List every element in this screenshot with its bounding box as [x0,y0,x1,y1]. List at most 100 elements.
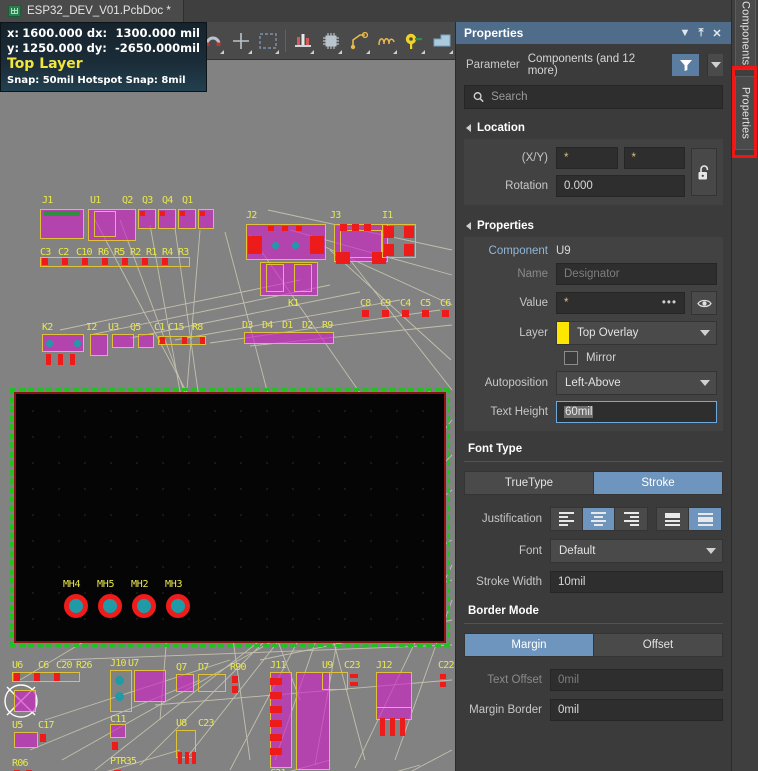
designator: C9 [380,298,391,309]
autoposition-dropdown[interactable]: Left-Above [556,371,717,395]
designator: J12 [376,660,392,671]
designator: U9 [322,660,333,671]
crosshair-icon[interactable] [228,26,254,56]
border-mode-toggle[interactable]: Margin Offset [464,633,723,657]
justification-vertical-group[interactable] [656,507,722,531]
footprint[interactable] [244,332,334,344]
font-type-stroke-option[interactable]: Stroke [594,472,722,494]
value-field[interactable]: * ••• [556,292,685,314]
border-mode-margin-option[interactable]: Margin [465,634,594,656]
hud-x-value: 1600.000 [22,26,83,40]
document-tab-label: ESP32_DEV_V01.PcbDoc * [27,5,171,17]
footprint[interactable] [138,334,154,348]
layer-dropdown[interactable]: Top Overlay [556,321,717,345]
value-ellipsis-button[interactable]: ••• [662,297,677,309]
mounting-hole-label: MH3 [165,579,183,590]
route-track-icon[interactable] [346,26,372,56]
justify-right-icon [623,512,639,526]
border-mode-offset-option[interactable]: Offset [594,634,722,656]
footprint[interactable] [110,724,126,738]
mounting-hole[interactable] [166,594,190,618]
wave-trace-icon[interactable] [374,26,400,56]
justification-label: Justification [481,513,542,525]
mounting-hole[interactable] [98,594,122,618]
measure-icon[interactable] [290,26,316,56]
selection-rectangle-icon[interactable] [256,26,282,56]
designator: Q5 [130,322,141,333]
panel-close-icon[interactable]: ✕ [709,24,725,42]
name-field: Designator [556,263,717,285]
text-height-field[interactable]: 60mil [556,401,717,423]
footprint[interactable] [14,690,36,712]
component-label: Component [488,245,548,257]
rotation-field[interactable]: 0.000 [556,175,685,197]
mirror-checkbox[interactable] [564,351,578,365]
panel-mode-value[interactable]: Components (and 12 more) [528,53,665,77]
designator: J11 [270,660,286,671]
via-icon[interactable] [401,26,427,56]
search-box[interactable] [464,85,723,109]
section-body-font-type: Font Type TrueType Stroke Justification [456,441,731,603]
panel-pin-icon[interactable]: ⤒ [693,24,709,42]
vertical-tab-properties[interactable]: Properties [735,76,756,150]
justify-right-button[interactable] [615,508,647,530]
x-field[interactable]: * [556,147,618,169]
designator: J1 [42,195,53,206]
justification-horizontal-group[interactable] [550,507,648,531]
designator: U1 [90,195,101,206]
hud-dy-key: dy: [86,40,107,55]
mounting-hole[interactable] [64,594,88,618]
mounting-hole[interactable] [132,594,156,618]
document-tab[interactable]: ESP32_DEV_V01.PcbDoc * [0,0,184,22]
hud-y-value: 1250.000 [22,40,83,55]
value-field-text: * [564,297,569,309]
mirror-row[interactable]: Mirror [470,351,717,365]
border-mode-header: Border Mode [464,603,723,624]
filter-dropdown-chevron-icon[interactable] [707,54,723,76]
polygon-pour-icon[interactable] [429,26,455,56]
footprint [198,674,226,692]
stroke-width-field[interactable]: 10mil [550,571,723,593]
pcb-canvas[interactable]: J1 U1 Q2 Q3 Q4 Q1 C3 C2 C10 R6 R5 R2 R1 [0,60,455,771]
filter-funnel-icon[interactable] [672,54,700,76]
section-body-location: (X/Y) * * Rotation 0.000 [464,139,723,205]
justify-middle-button[interactable] [689,508,721,530]
coordinate-hud: x: 1600.000 dx: 1300.000 mil y: 1250.000… [0,22,207,92]
search-icon [473,92,484,103]
footprint[interactable] [134,670,166,702]
designator: Q7 [176,662,187,673]
section-header-location[interactable]: Location [456,117,731,139]
footprint [12,672,80,682]
font-type-toggle[interactable]: TrueType Stroke [464,471,723,495]
search-input[interactable] [491,91,714,103]
component-chip-icon[interactable] [318,26,344,56]
designator: R26 [76,660,92,671]
designator: R90 [230,662,246,673]
footprint[interactable] [176,674,194,692]
footprint[interactable] [90,334,108,356]
designator: I2 [86,322,97,333]
section-header-properties[interactable]: Properties [456,215,731,237]
vertical-tab-label: Properties [739,86,752,140]
font-dropdown[interactable]: Default [550,539,723,563]
y-field[interactable]: * [623,147,685,169]
justify-left-button[interactable] [551,508,583,530]
footprint[interactable] [14,732,38,748]
panel-menu-chevron-icon[interactable]: ▼ [677,24,693,42]
vertical-tab-components[interactable]: Components [735,0,756,70]
mounting-hole-label: MH5 [97,579,115,590]
designator: C1 [154,322,165,333]
font-type-truetype-option[interactable]: TrueType [465,472,594,494]
designator: C17 [38,720,54,731]
visibility-eye-icon[interactable] [691,291,717,315]
footprint [266,264,284,292]
justify-center-button[interactable] [583,508,615,530]
margin-border-field[interactable]: 0mil [550,699,723,721]
footprint [94,211,116,237]
footprint[interactable] [112,334,134,348]
panel-tab-strip: Components Properties [731,0,758,771]
justify-bottom-button[interactable] [657,508,689,530]
panel-title-label: Properties [464,26,524,40]
board-outline[interactable]: MH4 MH5 MH2 MH3 [10,388,450,647]
unlocked-padlock-icon[interactable] [691,148,717,196]
